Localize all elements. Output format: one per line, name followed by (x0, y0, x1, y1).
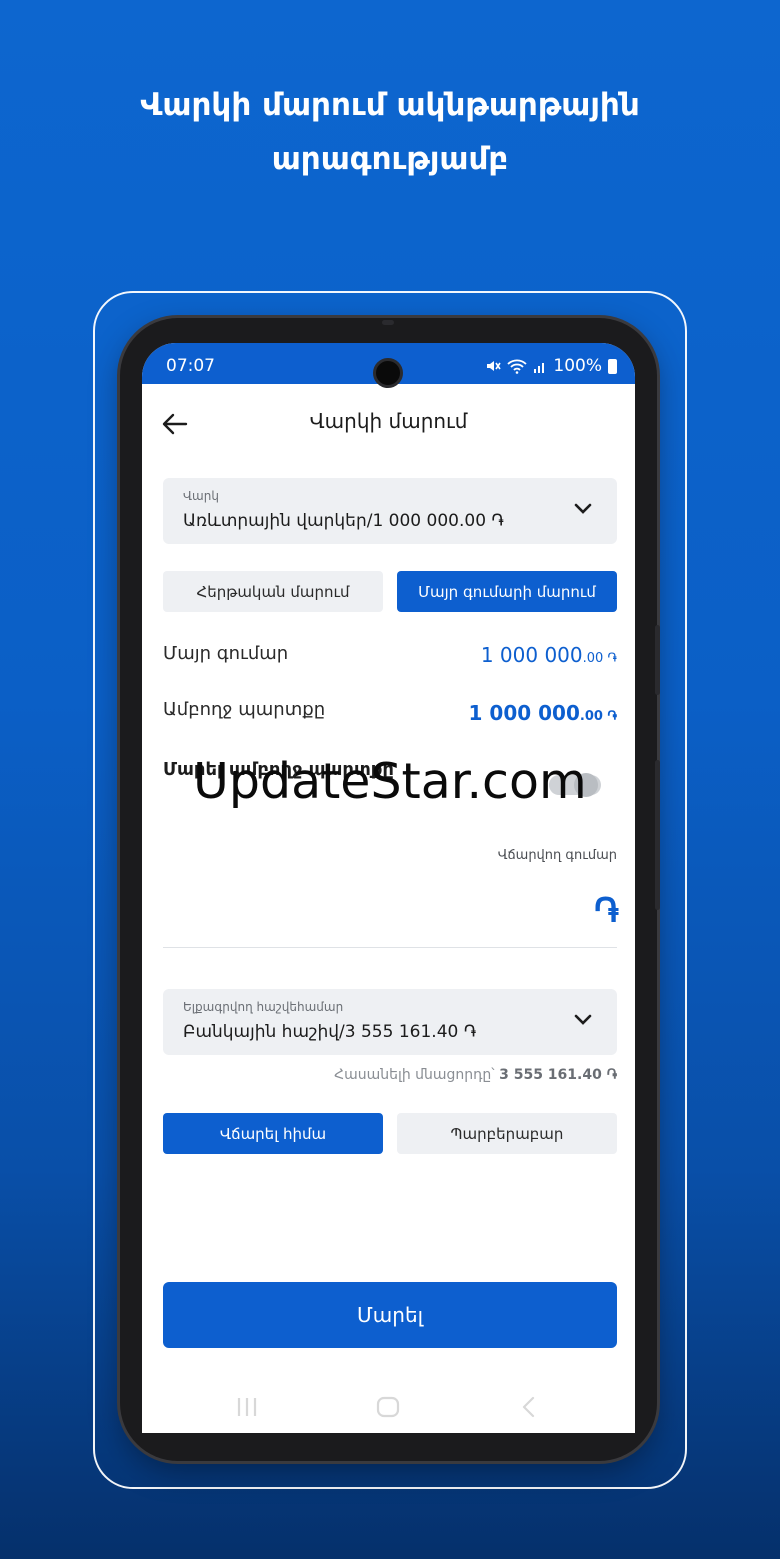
available-balance: Հասանելի մնացորդը՝ 3 555 161.40 ֏ (334, 1067, 617, 1083)
periodic-payment-button[interactable]: Պարբերաբար (397, 1113, 617, 1154)
amount-field-caption: Վճարվող գումար (497, 848, 617, 863)
principal-amount-decimals: .00 ֏ (582, 651, 617, 666)
account-select[interactable]: Ելքագրվող հաշվեհամար Բանկային հաշիվ/3 55… (163, 989, 617, 1055)
phone-power-button (655, 760, 660, 910)
promo-title-line-2: արագությամբ (271, 141, 509, 177)
loan-select[interactable]: Վարկ Առևտրային վարկեր/1 000 000.00 ֏ (163, 478, 617, 544)
principal-repayment-button[interactable]: Մայր գումարի մարում (397, 571, 617, 612)
system-back-icon[interactable] (519, 1396, 539, 1418)
principal-amount-integer: 1 000 000 (480, 643, 583, 667)
promo-title-line-1: Վարկի մարում ակնթարթային (140, 87, 640, 123)
total-debt-amount-integer: 1 000 000 (468, 701, 580, 725)
system-nav-bar (142, 1376, 635, 1438)
status-bar: 07:07 100% (142, 343, 635, 388)
phone-top-notch (382, 320, 394, 325)
amount-field-underline (163, 947, 617, 948)
total-debt-amount-decimals: .00 ֏ (579, 709, 617, 724)
wifi-icon (507, 359, 528, 374)
mute-icon (487, 361, 502, 371)
principal-label: Մայր գումար (163, 643, 289, 664)
pay-now-button[interactable]: Վճարել հիմա (163, 1113, 383, 1154)
app-screen: 07:07 100% Վարկի մարում Վարկ Առևտրային վ… (142, 343, 635, 1433)
regular-repayment-button[interactable]: Հերթական մարում (163, 571, 383, 612)
signal-icon (534, 363, 545, 373)
phone-volume-button (655, 625, 660, 695)
principal-amount: 1 000 000.00 ֏ (481, 643, 617, 667)
total-debt-label: Ամբողջ պարտքը (163, 699, 326, 720)
page-title: Վարկի մարում (309, 409, 468, 433)
recent-apps-icon[interactable] (235, 1396, 259, 1418)
battery-icon (608, 358, 617, 374)
loan-select-caption: Վարկ (183, 489, 219, 503)
battery-percent: 100% (553, 356, 602, 376)
front-camera (373, 358, 403, 388)
repay-button[interactable]: Մարել (163, 1282, 617, 1348)
status-icons: 100% (485, 356, 617, 376)
available-balance-amount: 3 555 161.40 ֏ (499, 1067, 617, 1083)
promo-title: Վարկի մարում ակնթարթային արագությամբ (0, 78, 780, 186)
amount-field-currency[interactable]: ֏ (594, 891, 619, 931)
loan-select-value: Առևտրային վարկեր/1 000 000.00 ֏ (183, 511, 504, 531)
chevron-down-icon (574, 503, 592, 514)
available-balance-label: Հասանելի մնացորդը՝ (334, 1067, 495, 1083)
chevron-down-icon (574, 1014, 592, 1025)
account-select-value: Բանկային հաշիվ/3 555 161.40 ֏ (183, 1022, 477, 1042)
watermark: UpdateStar.com (193, 753, 587, 810)
total-debt-amount: 1 000 000.00 ֏ (469, 701, 617, 725)
account-select-caption: Ելքագրվող հաշվեհամար (183, 1000, 344, 1014)
home-icon[interactable] (376, 1396, 400, 1418)
status-time: 07:07 (166, 356, 215, 376)
